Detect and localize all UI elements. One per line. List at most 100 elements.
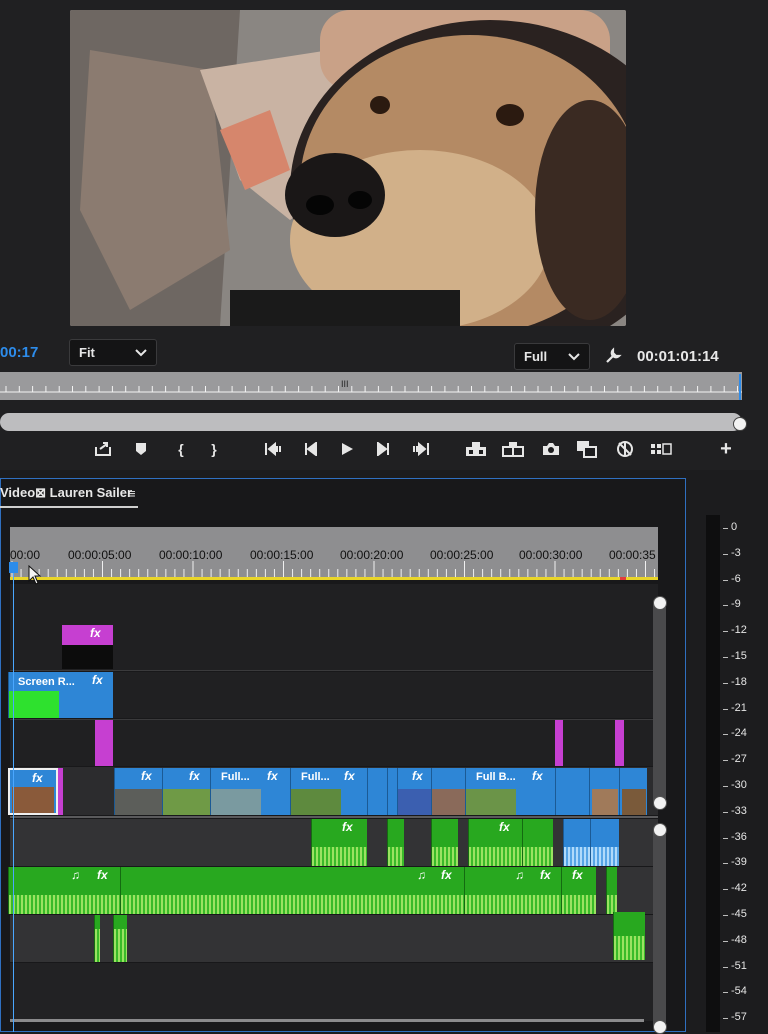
lift-icon[interactable] — [463, 438, 489, 460]
audio-tracks-scrollbar[interactable] — [653, 825, 666, 1032]
ruler-label: 00:00:35 — [609, 548, 656, 562]
video-clip[interactable]: fx — [114, 768, 162, 815]
playhead-timecode[interactable]: 00:17 — [0, 344, 38, 361]
playhead-line[interactable] — [13, 563, 14, 1032]
music-note-icon: ♫ — [515, 868, 524, 882]
video-clip[interactable] — [387, 768, 397, 815]
video-clip-selected[interactable]: fx — [8, 768, 58, 815]
audio-clip[interactable] — [522, 819, 553, 866]
meter-db-label: -57 — [731, 1011, 747, 1024]
timeline-horizontal-scrollbar[interactable] — [10, 1019, 644, 1022]
meter-db-label: -30 — [731, 779, 747, 791]
scrollbar-handle-top[interactable] — [653, 823, 667, 837]
audio-clip[interactable]: fx — [468, 819, 522, 866]
meter-tick — [723, 605, 728, 607]
video-clip[interactable]: fx — [397, 768, 431, 815]
dog-photo — [70, 10, 626, 326]
video-clip[interactable] — [367, 768, 387, 815]
ruler-label: 00:00:30:00 — [519, 548, 583, 562]
zoom-level-dropdown[interactable]: Fit — [69, 339, 157, 366]
music-note-icon: ♫ — [417, 868, 426, 882]
mark-out-icon[interactable]: } — [201, 438, 227, 460]
multicam-icon[interactable] — [648, 438, 674, 460]
ruler-label: 00:00:15:00 — [250, 548, 314, 562]
fx-badge: fx — [267, 769, 278, 783]
audio-clip[interactable] — [113, 915, 127, 962]
panel-menu-icon[interactable]: ≡ — [128, 486, 136, 501]
camera-icon[interactable] — [538, 438, 564, 460]
music-audio-clip[interactable]: ♫ fx — [464, 867, 561, 914]
audio-clip[interactable] — [613, 912, 645, 960]
monitor-zoom-scrollbar[interactable] — [0, 413, 742, 431]
playhead-handle[interactable] — [9, 562, 18, 573]
audio-clip-blue[interactable] — [563, 819, 590, 866]
meter-db-label: -6 — [731, 572, 741, 585]
extract-icon[interactable] — [500, 438, 526, 460]
audio-track-a3[interactable] — [10, 915, 658, 962]
adjustment-layer-clip[interactable] — [615, 720, 624, 766]
adjustment-layer-clip[interactable] — [95, 720, 113, 766]
comparison-icon[interactable] — [574, 438, 600, 460]
video-clip[interactable] — [555, 768, 589, 815]
active-tab-indicator — [0, 506, 138, 508]
meter-tick — [723, 1018, 728, 1020]
meter-db-label: -51 — [731, 959, 747, 972]
work-area-bar[interactable] — [10, 577, 658, 580]
mouse-cursor-icon — [28, 564, 42, 590]
video-clip[interactable]: Full... fx — [210, 768, 290, 815]
music-audio-clip[interactable]: ♫ fx — [8, 867, 120, 914]
mark-in-icon[interactable]: { — [168, 438, 194, 460]
audio-clip-blue[interactable] — [590, 819, 619, 866]
video-clip[interactable] — [589, 768, 619, 815]
meter-tick — [723, 734, 728, 736]
ruler-label: 00:00:05:00 — [68, 548, 132, 562]
clip-thumbnail — [592, 789, 618, 815]
fx-badge: fx — [32, 771, 43, 785]
play-icon[interactable] — [334, 438, 360, 460]
meter-tick — [723, 837, 728, 839]
zoom-scrollbar-handle[interactable] — [733, 417, 747, 431]
audio-clip[interactable] — [387, 819, 404, 866]
ruler-label: 00:00:20:00 — [340, 548, 404, 562]
meter-db-label: -21 — [731, 701, 747, 714]
audio-clip[interactable]: fx — [311, 819, 367, 866]
audio-clip[interactable] — [431, 819, 458, 866]
video-clip[interactable] — [431, 768, 465, 815]
go-to-out-icon[interactable] — [408, 438, 434, 460]
meter-tick — [723, 889, 728, 891]
music-audio-clip[interactable]: fx — [561, 867, 596, 914]
export-frame-icon[interactable] — [90, 438, 116, 460]
video-tracks-scrollbar[interactable] — [653, 597, 666, 807]
music-audio-clip[interactable] — [606, 867, 617, 914]
audio-track-a4[interactable] — [10, 963, 658, 1021]
add-button-icon[interactable]: + — [713, 438, 739, 460]
music-audio-clip[interactable]: ♫ fx — [120, 867, 464, 914]
video-clip[interactable]: Full B... fx — [465, 768, 555, 815]
video-clip[interactable]: Full... fx — [290, 768, 367, 815]
wrench-icon[interactable] — [604, 347, 622, 370]
screen-recording-clip[interactable]: Screen R... fx — [8, 672, 113, 718]
fx-badge: fx — [572, 868, 583, 882]
go-to-in-icon[interactable] — [260, 438, 286, 460]
adjustment-layer-clip[interactable] — [555, 720, 563, 766]
fx-badge: fx — [90, 626, 101, 640]
clip-name: Screen R... — [18, 676, 75, 688]
monitor-time-ruler[interactable]: III — [0, 372, 742, 400]
sequence-tab[interactable]: Video⊠ Lauren Sailer — [0, 485, 132, 501]
fx-badge: fx — [441, 868, 452, 882]
step-back-icon[interactable] — [298, 438, 324, 460]
proxy-toggle-icon[interactable] — [612, 438, 638, 460]
meter-db-label: 0 — [731, 521, 738, 533]
scrollbar-handle-bottom[interactable] — [653, 796, 667, 810]
video-clip[interactable]: fx — [162, 768, 210, 815]
scrollbar-handle-top[interactable] — [653, 596, 667, 610]
title-clip-thumbnail[interactable] — [62, 645, 113, 669]
audio-clip[interactable] — [94, 915, 100, 962]
playback-resolution-dropdown[interactable]: Full — [514, 343, 590, 370]
meter-tick — [723, 992, 728, 994]
adjustment-layer-clip[interactable]: fx — [62, 625, 113, 645]
marker-icon[interactable] — [128, 438, 154, 460]
step-forward-icon[interactable] — [370, 438, 396, 460]
track-divider — [10, 670, 658, 671]
video-clip[interactable] — [619, 768, 647, 815]
